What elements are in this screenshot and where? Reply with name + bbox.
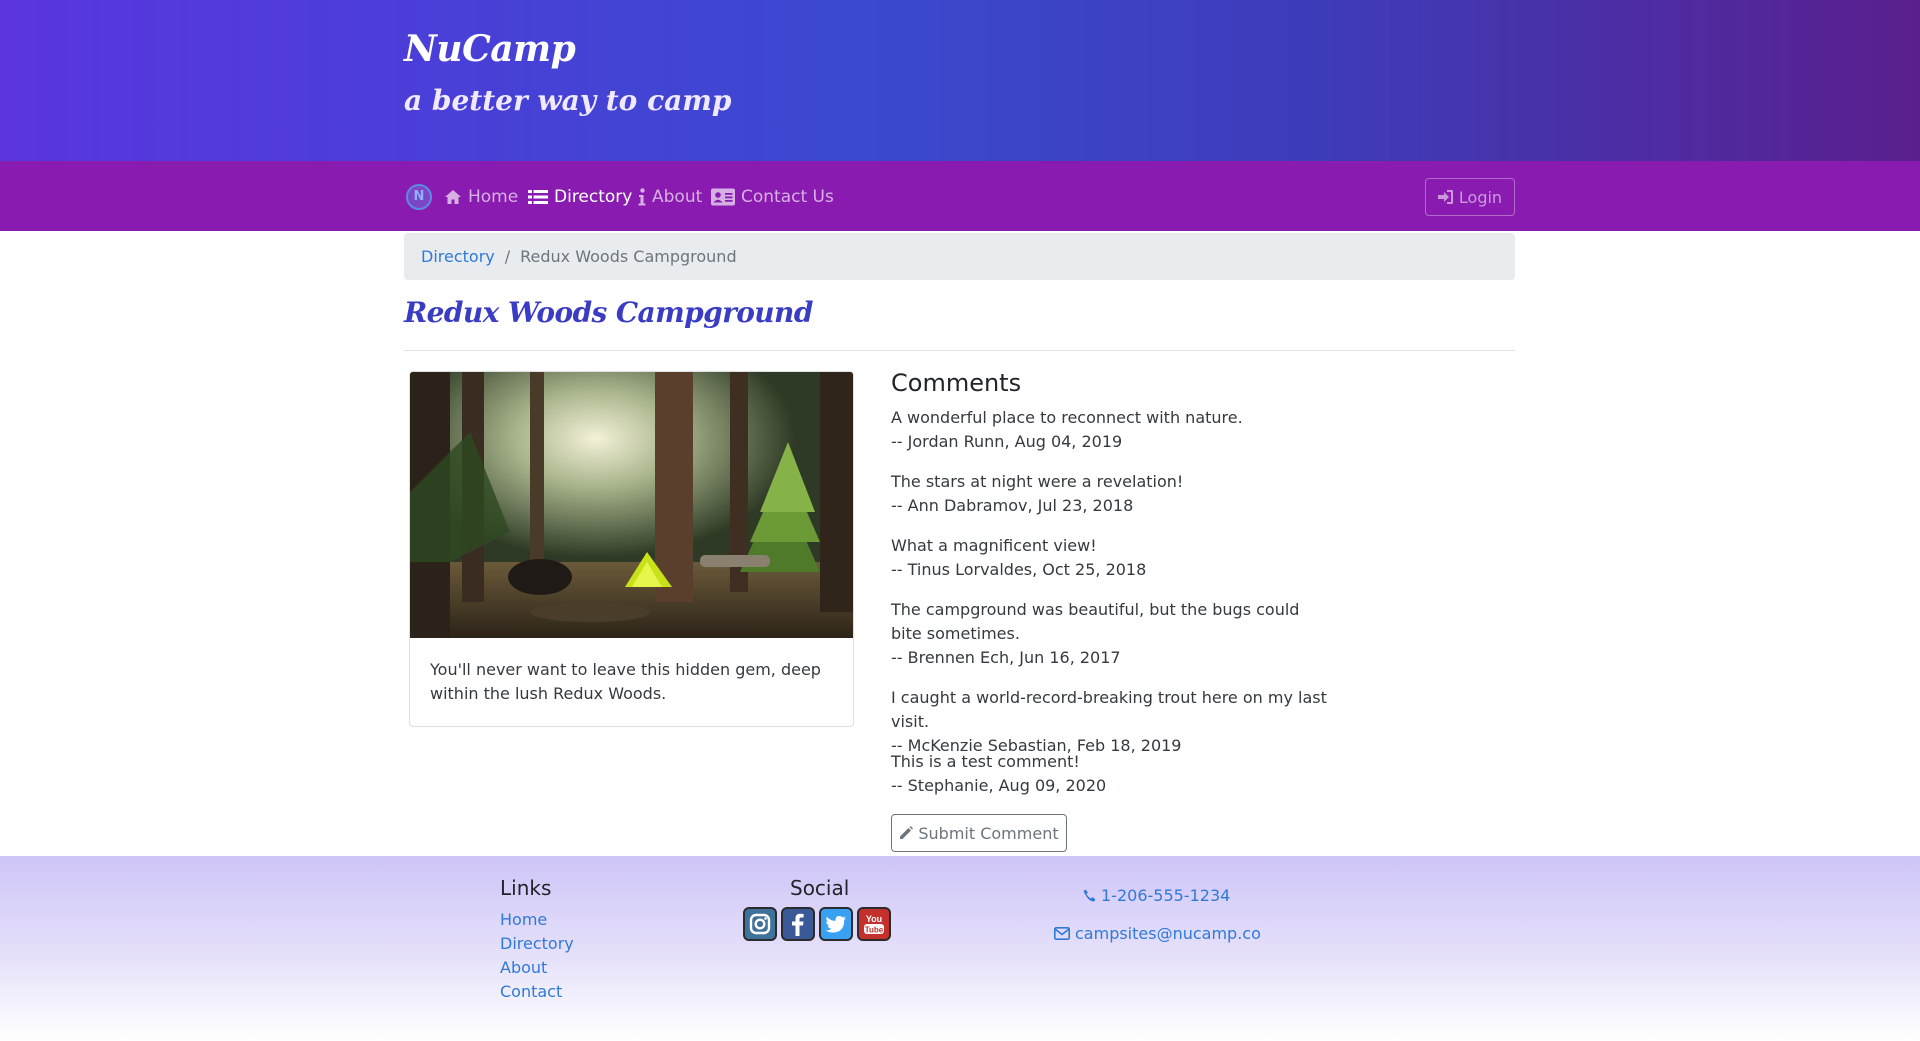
address-card-icon — [711, 188, 735, 206]
comment-byline: -- Brennen Ech, Jun 16, 2017 — [891, 648, 1121, 667]
home-icon — [445, 190, 461, 204]
twitter-icon[interactable] — [819, 907, 853, 941]
facebook-icon[interactable] — [781, 907, 815, 941]
brand-tagline: a better way to camp — [404, 84, 732, 117]
envelope-icon — [1054, 927, 1070, 940]
sign-in-icon — [1437, 190, 1453, 204]
login-button[interactable]: Login — [1425, 178, 1515, 216]
comment-text: The campground was beautiful, but the bu… — [891, 600, 1300, 643]
login-label: Login — [1458, 187, 1503, 207]
jumbotron: NuCamp a better way to camp — [0, 0, 1920, 161]
comment-item: This is a test comment! -- Stephanie, Au… — [891, 750, 1361, 798]
footer-email[interactable]: campsites@nucamp.co — [1054, 924, 1261, 943]
submit-comment-button[interactable]: Submit Comment — [891, 814, 1067, 852]
comment-text: This is a test comment! — [891, 752, 1080, 771]
footer-email-label: campsites@nucamp.co — [1075, 924, 1261, 943]
footer-social-heading: Social — [790, 876, 850, 900]
nucamp-logo-icon[interactable]: N — [406, 184, 432, 210]
comment-item: What a magnificent view! -- Tinus Lorval… — [891, 534, 1361, 582]
footer-link-contact[interactable]: Contact — [500, 980, 562, 1004]
pencil-icon — [900, 826, 914, 839]
comment-item: The campground was beautiful, but the bu… — [891, 598, 1321, 670]
comment-byline: -- Jordan Runn, Aug 04, 2019 — [891, 432, 1123, 451]
info-icon — [638, 188, 646, 206]
nav-about[interactable]: About — [638, 185, 702, 209]
nav-contact[interactable]: Contact Us — [711, 185, 834, 209]
page-title: Redux Woods Campground — [404, 296, 813, 329]
nav-about-label: About — [652, 187, 703, 207]
comment-text: A wonderful place to reconnect with natu… — [891, 408, 1243, 427]
comment-item: The stars at night were a revelation! --… — [891, 470, 1361, 518]
instagram-glyph — [749, 913, 771, 935]
comments-heading: Comments — [891, 369, 1022, 397]
youtube-icon[interactable]: You Tube — [857, 907, 891, 941]
comment-byline: -- Ann Dabramov, Jul 23, 2018 — [891, 496, 1134, 515]
footer-phone-label: 1-206-555-1234 — [1101, 886, 1231, 905]
svg-text:You: You — [866, 914, 882, 924]
nav-directory-label: Directory — [554, 187, 633, 207]
campsite-description: You'll never want to leave this hidden g… — [430, 660, 821, 703]
comment-text: What a magnificent view! — [891, 536, 1097, 555]
facebook-glyph — [792, 913, 804, 936]
instagram-icon[interactable] — [743, 907, 777, 941]
breadcrumb-directory-link[interactable]: Directory — [421, 247, 495, 266]
comment-item: I caught a world-record-breaking trout h… — [891, 686, 1361, 758]
breadcrumb: Directory / Redux Woods Campground — [404, 233, 1515, 280]
comment-byline: -- Tinus Lorvaldes, Oct 25, 2018 — [891, 560, 1147, 579]
submit-comment-label: Submit Comment — [918, 823, 1059, 843]
brand-title: NuCamp — [404, 28, 576, 70]
breadcrumb-separator: / — [504, 247, 511, 266]
heading-divider — [404, 350, 1515, 351]
nav-contact-label: Contact Us — [741, 187, 834, 207]
twitter-glyph — [825, 916, 846, 933]
nav-home[interactable]: Home — [444, 185, 518, 209]
campsite-card: You'll never want to leave this hidden g… — [409, 371, 854, 727]
comment-text: The stars at night were a revelation! — [891, 472, 1184, 491]
svg-text:Tube: Tube — [865, 925, 884, 934]
campsite-image — [410, 372, 853, 638]
footer-link-directory[interactable]: Directory — [500, 932, 574, 956]
footer: Links Home Directory About Contact Socia… — [0, 856, 1920, 1041]
navbar: N Home Directory About Contact Us Login — [0, 161, 1920, 231]
nav-directory[interactable]: Directory — [528, 185, 632, 209]
comment-byline: -- Stephanie, Aug 09, 2020 — [891, 776, 1107, 795]
comment-text: I caught a world-record-breaking trout h… — [891, 688, 1327, 731]
nav-home-label: Home — [468, 187, 519, 207]
footer-phone[interactable]: 1-206-555-1234 — [1083, 886, 1230, 905]
youtube-glyph: You Tube — [864, 914, 884, 934]
footer-link-home[interactable]: Home — [500, 908, 547, 932]
footer-link-about[interactable]: About — [500, 956, 547, 980]
list-icon — [528, 190, 548, 204]
comment-item: A wonderful place to reconnect with natu… — [891, 406, 1361, 454]
footer-links-heading: Links — [500, 876, 552, 900]
phone-icon — [1083, 889, 1096, 902]
breadcrumb-current: Redux Woods Campground — [520, 247, 737, 266]
